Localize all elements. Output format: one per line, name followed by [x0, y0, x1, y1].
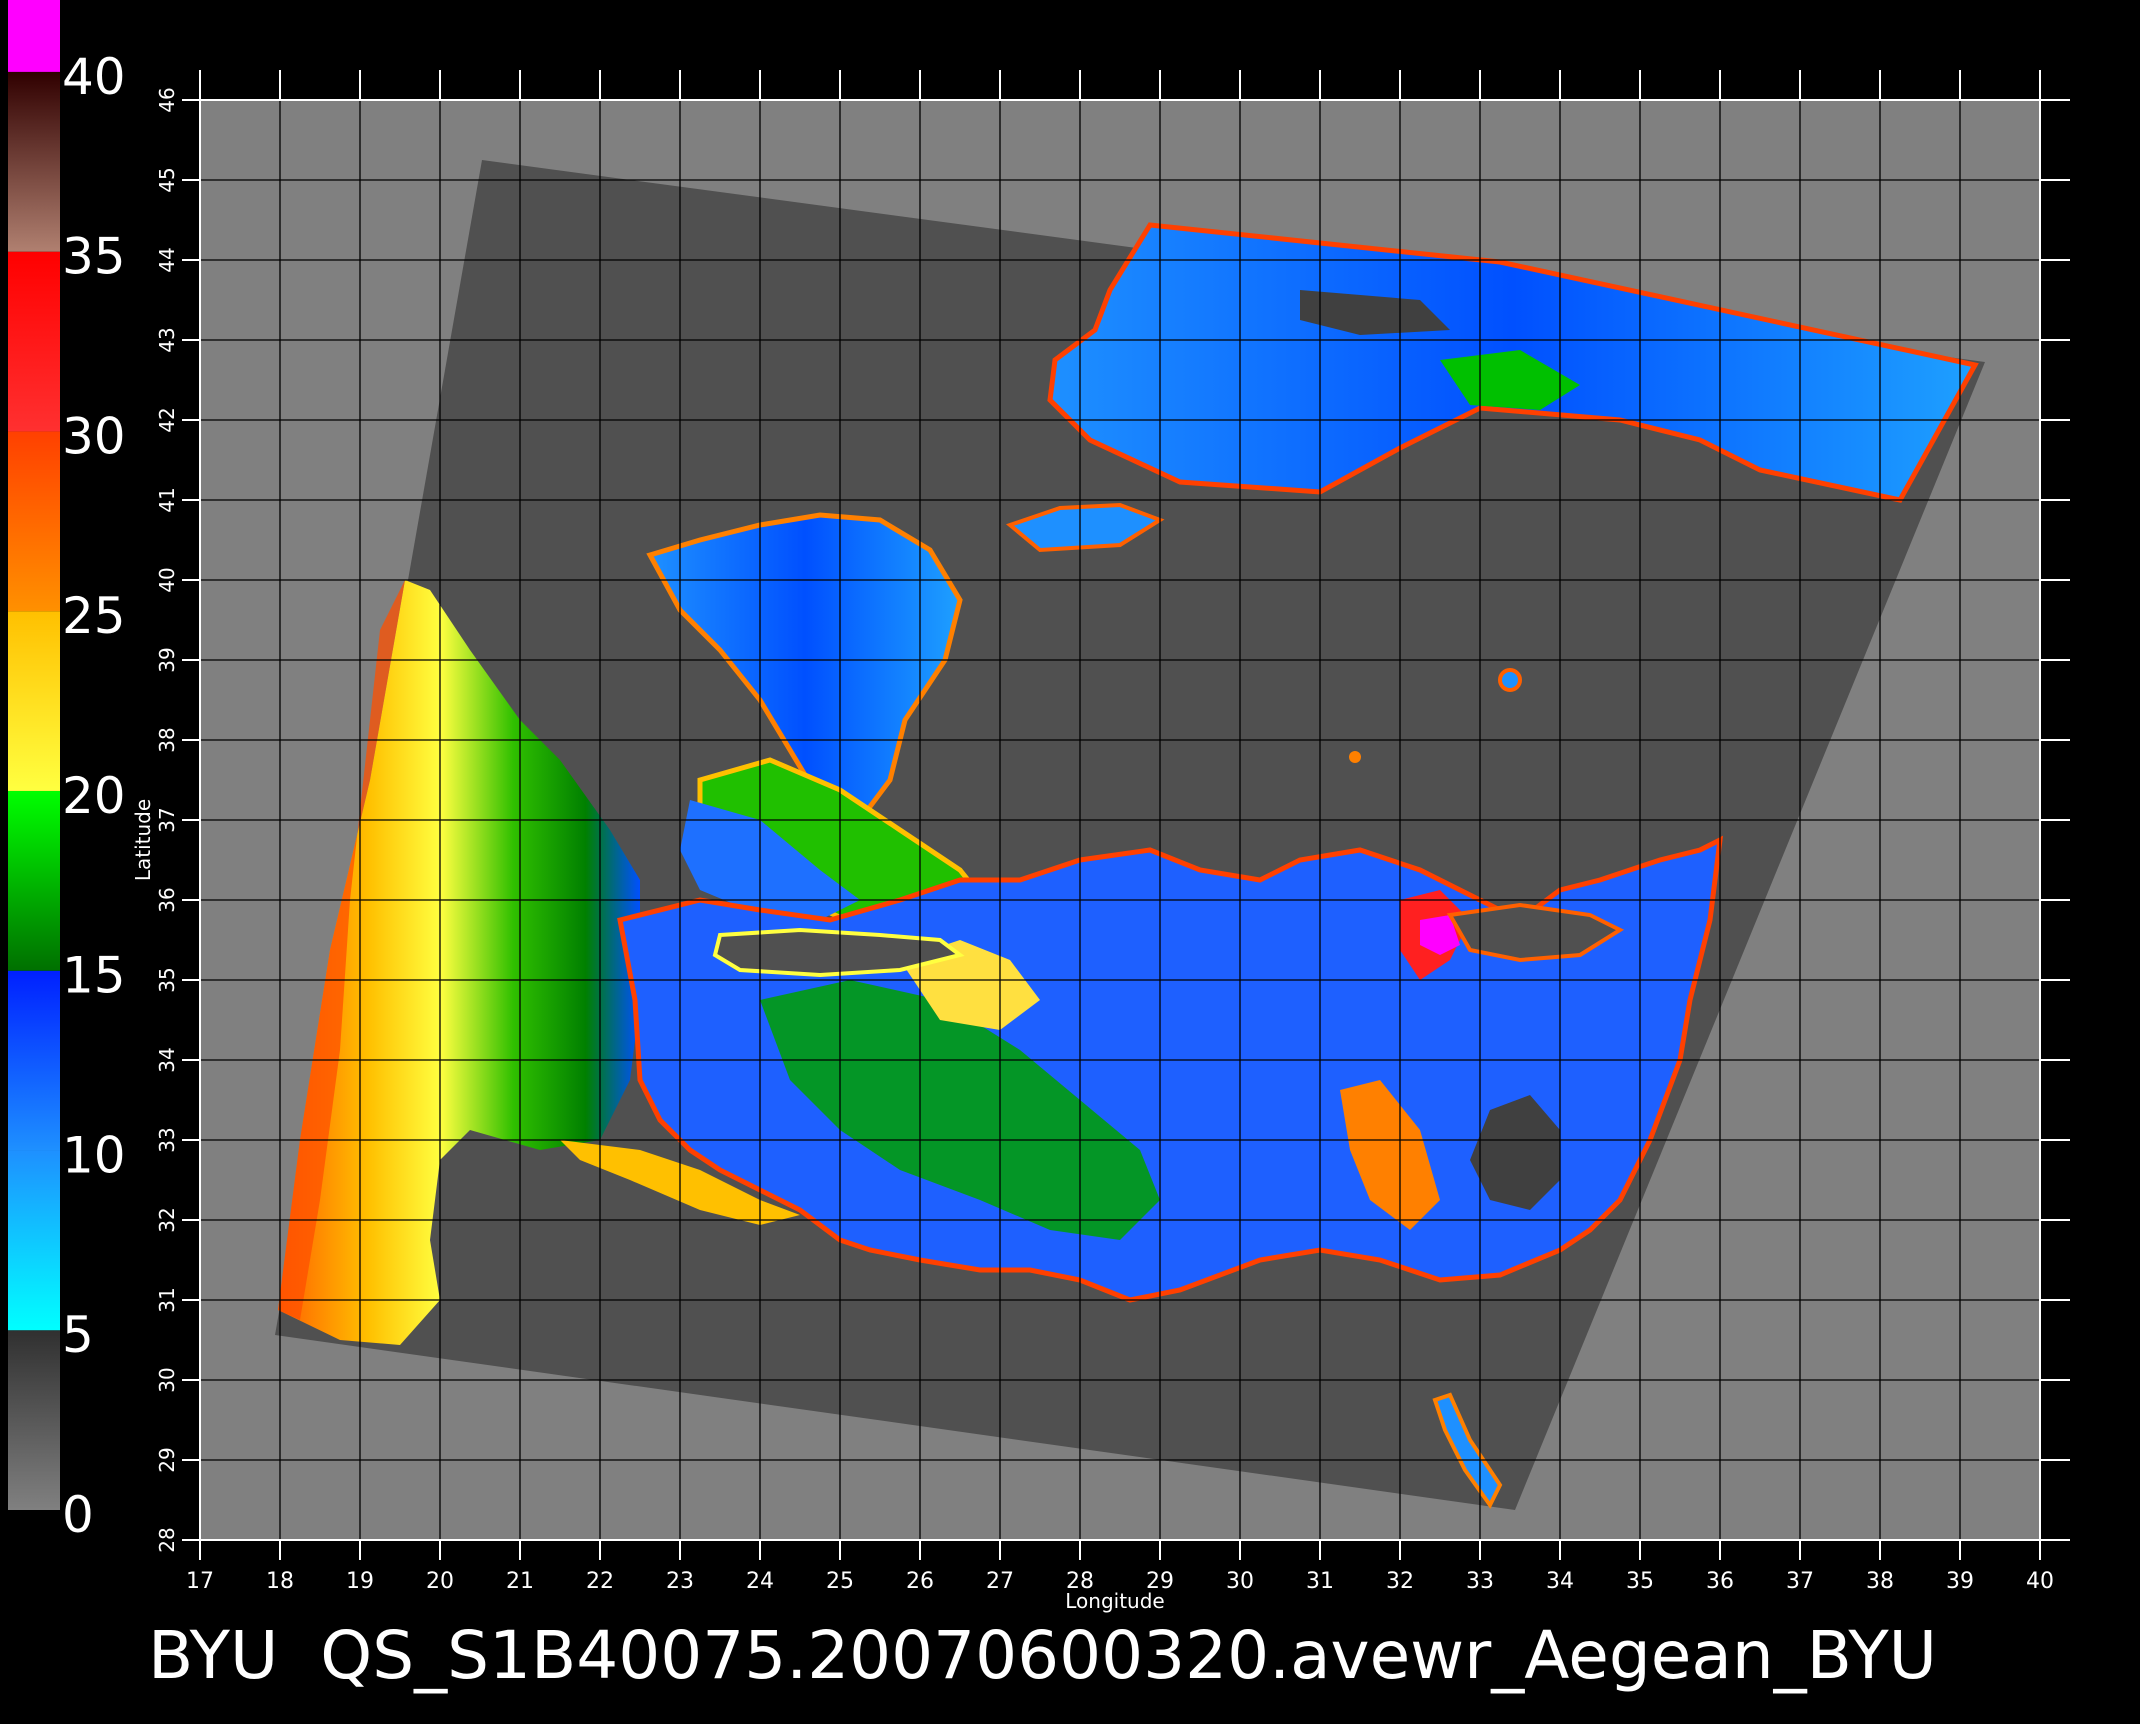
colorbar-band [8, 251, 60, 432]
y-tick-label: 29 [155, 1447, 179, 1472]
colorbar-band [8, 71, 60, 252]
x-tick-label: 32 [1386, 1569, 1414, 1594]
x-tick-label: 35 [1626, 1569, 1654, 1594]
x-tick-label: 21 [506, 1569, 534, 1594]
x-tick-label: 39 [1946, 1569, 1974, 1594]
y-tick-label: 46 [155, 87, 179, 112]
y-tick-label: 40 [155, 567, 179, 592]
y-tick-label: 36 [155, 887, 179, 912]
x-tick-label: 33 [1466, 1569, 1494, 1594]
x-tick-label: 22 [586, 1569, 614, 1594]
lake-small [1349, 751, 1361, 763]
y-tick-label: 32 [155, 1207, 179, 1232]
colorbar-label: 20 [62, 767, 126, 825]
colorbar-label: 0 [62, 1486, 94, 1544]
x-tick-label: 20 [426, 1569, 454, 1594]
colorbar-band [8, 431, 60, 612]
colorbar-band [8, 0, 60, 72]
y-tick-label: 44 [155, 247, 179, 272]
y-tick-label: 31 [155, 1287, 179, 1312]
colorbar-label: 35 [62, 228, 126, 286]
x-tick-label: 25 [826, 1569, 854, 1594]
colorbar-band [8, 1330, 60, 1510]
x-tick-label: 19 [346, 1569, 374, 1594]
y-tick-label: 33 [155, 1127, 179, 1152]
y-tick-label: 43 [155, 327, 179, 352]
y-tick-label: 41 [155, 487, 179, 512]
y-axis-label: Latitude [131, 799, 155, 881]
x-tick-label: 30 [1226, 1569, 1254, 1594]
map-svg: 17 18 19 20 21 22 23 24 25 26 27 28 29 30 31 32 33 34 35 36… [8, 0, 2070, 1694]
colorbar-band [8, 611, 60, 791]
x-tick-label: 37 [1786, 1569, 1814, 1594]
x-tick-label: 36 [1706, 1569, 1734, 1594]
x-tick-label: 34 [1546, 1569, 1574, 1594]
colorbar-label: 5 [62, 1306, 94, 1364]
x-tick-label: 38 [1866, 1569, 1894, 1594]
x-axis-label: Longitude [1065, 1589, 1164, 1613]
y-tick-label: 35 [155, 967, 179, 992]
x-tick-label: 18 [266, 1569, 294, 1594]
y-tick-label: 30 [155, 1367, 179, 1392]
colorbar-label: 15 [62, 947, 126, 1005]
x-tick-label: 26 [906, 1569, 934, 1594]
colorbar-band [8, 790, 60, 971]
y-tick-label: 42 [155, 407, 179, 432]
x-tick-label: 40 [2026, 1569, 2054, 1594]
y-tick-label: 39 [155, 647, 179, 672]
colorbar-labels: 0 5 10 15 20 25 30 35 40 [62, 48, 126, 1544]
y-tick-label: 38 [155, 727, 179, 752]
y-tick-label: 37 [155, 807, 179, 832]
lake-tuz [1498, 668, 1522, 692]
colorbar-label: 10 [62, 1126, 126, 1184]
x-tick-label: 31 [1306, 1569, 1334, 1594]
x-tick-label: 23 [666, 1569, 694, 1594]
colorbar-band [8, 970, 60, 1151]
y-tick-label: 45 [155, 167, 179, 192]
colorbar-band [8, 1150, 60, 1331]
wind-speed-map: 17 18 19 20 21 22 23 24 25 26 27 28 29 30 31 32 33 34 35 36… [0, 0, 2140, 1720]
x-tick-label: 24 [746, 1569, 774, 1594]
colorbar-label: 40 [62, 48, 126, 106]
colorbar-label: 30 [62, 407, 126, 465]
colorbar-label: 25 [62, 587, 126, 645]
y-tick-label: 34 [155, 1047, 179, 1072]
colorbar [8, 0, 60, 1510]
file-title: BYU QS_S1B40075.20070600320.avewr_Aegean… [148, 1617, 1937, 1694]
y-tick-label: 28 [155, 1527, 179, 1552]
x-tick-label: 17 [186, 1569, 214, 1594]
x-tick-label: 27 [986, 1569, 1014, 1594]
